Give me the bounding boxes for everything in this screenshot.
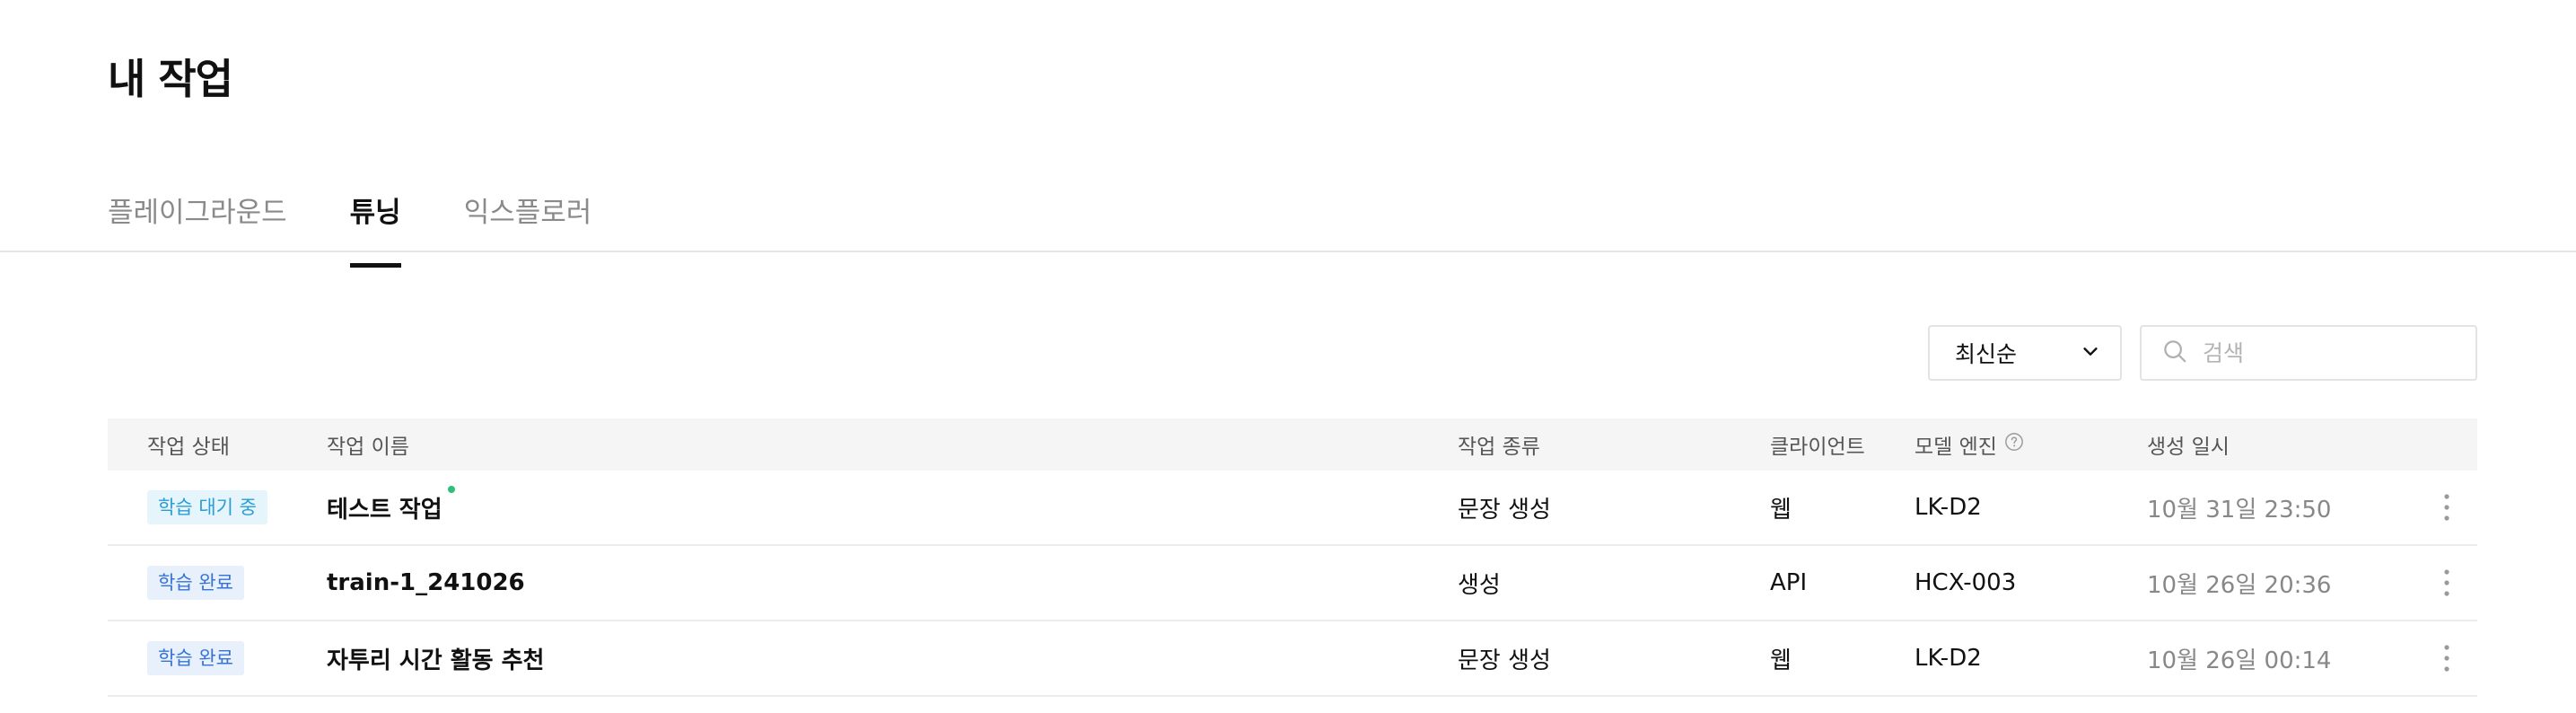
job-name[interactable]: 테스트 작업 bbox=[327, 485, 455, 524]
more-options-icon[interactable] bbox=[2441, 471, 2452, 544]
header-type: 작업 종류 bbox=[1458, 436, 1540, 459]
job-client: 웹 bbox=[1770, 647, 1792, 674]
tab-tuning[interactable]: 튜닝 bbox=[349, 190, 401, 268]
job-name[interactable]: train-1_241026 bbox=[327, 569, 525, 596]
chevron-down-icon bbox=[2081, 340, 2100, 366]
tab-explorer[interactable]: 익스플로러 bbox=[464, 190, 592, 251]
tab-playground[interactable]: 플레이그라운드 bbox=[108, 190, 287, 251]
header-created: 생성 일시 bbox=[2147, 436, 2230, 459]
job-type: 문장 생성 bbox=[1458, 647, 1551, 674]
search-icon bbox=[2161, 338, 2188, 368]
tab-bar: 플레이그라운드 튜닝 익스플로러 bbox=[108, 190, 592, 268]
table-row[interactable]: 학습 완료 train-1_241026 생성 API HCX-003 10월 … bbox=[108, 546, 2477, 621]
job-type: 생성 bbox=[1458, 571, 1501, 599]
table-row[interactable]: 학습 완료 자투리 시간 활동 추천 문장 생성 웹 LK-D2 10월 26일… bbox=[108, 621, 2477, 697]
header-engine: 모델 엔진 bbox=[1914, 418, 2024, 471]
job-engine: HCX-003 bbox=[1914, 569, 2017, 596]
table-row[interactable]: 학습 대기 중 테스트 작업 문장 생성 웹 LK-D2 10월 31일 23:… bbox=[108, 471, 2477, 546]
job-engine: LK-D2 bbox=[1914, 494, 1982, 521]
job-type: 문장 생성 bbox=[1458, 496, 1551, 524]
status-badge: 학습 완료 bbox=[147, 566, 244, 600]
sort-dropdown[interactable]: 최신순 bbox=[1928, 325, 2122, 381]
header-engine-label: 모델 엔진 bbox=[1914, 436, 1997, 459]
job-name-text: 테스트 작업 bbox=[327, 496, 442, 524]
search-box bbox=[2140, 325, 2477, 381]
table-header: 작업 상태 작업 이름 작업 종류 클라이언트 모델 엔진 생성 일시 bbox=[108, 418, 2477, 471]
job-created: 10월 31일 23:50 bbox=[2147, 496, 2332, 524]
job-engine: LK-D2 bbox=[1914, 645, 1982, 672]
more-options-icon[interactable] bbox=[2441, 546, 2452, 620]
more-options-icon[interactable] bbox=[2441, 621, 2452, 695]
search-input[interactable] bbox=[2201, 339, 2465, 367]
help-icon[interactable] bbox=[1997, 432, 2024, 457]
jobs-table: 작업 상태 작업 이름 작업 종류 클라이언트 모델 엔진 생성 일시 학습 대… bbox=[108, 418, 2477, 697]
header-status: 작업 상태 bbox=[147, 436, 230, 459]
header-client: 클라이언트 bbox=[1770, 436, 1865, 459]
new-indicator-dot bbox=[447, 485, 455, 493]
job-created: 10월 26일 20:36 bbox=[2147, 571, 2332, 599]
status-badge: 학습 완료 bbox=[147, 641, 244, 675]
job-name[interactable]: 자투리 시간 활동 추천 bbox=[327, 642, 544, 675]
job-client: API bbox=[1770, 569, 1808, 596]
page-title: 내 작업 bbox=[108, 55, 233, 103]
job-client: 웹 bbox=[1770, 496, 1792, 524]
tabs-divider bbox=[0, 251, 2576, 252]
job-created: 10월 26일 00:14 bbox=[2147, 647, 2332, 674]
status-badge: 학습 대기 중 bbox=[147, 490, 267, 524]
header-name: 작업 이름 bbox=[327, 436, 409, 459]
sort-dropdown-value: 최신순 bbox=[1955, 341, 2018, 367]
